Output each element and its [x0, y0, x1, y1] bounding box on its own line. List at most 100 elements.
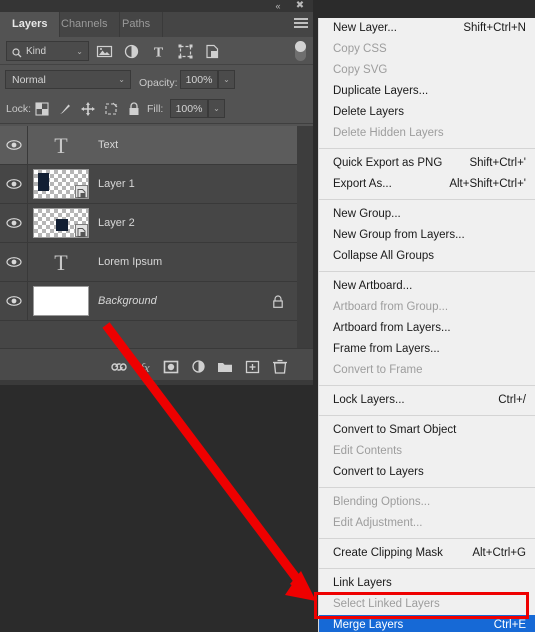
menu-item-label: Merge Layers — [333, 619, 404, 631]
lock-label: Lock: — [6, 103, 32, 115]
hamburger-menu-icon[interactable] — [294, 18, 308, 30]
lock-all-icon[interactable] — [125, 100, 143, 118]
fill-label: Fill: — [147, 103, 164, 115]
layer-visibility-toggle[interactable] — [0, 165, 28, 203]
filter-kind-select[interactable]: Kind ⌄ — [6, 41, 89, 61]
menu-item-label: Blending Options... — [333, 496, 431, 508]
menu-item-label: Artboard from Group... — [333, 301, 449, 313]
menu-item-shortcut: Alt+Shift+Ctrl+' — [449, 178, 526, 190]
new-layer-icon[interactable] — [242, 357, 264, 377]
menu-item-label: Convert to Smart Object — [333, 424, 457, 436]
fill-stepper[interactable]: ⌄ — [208, 99, 225, 118]
layer-visibility-toggle[interactable] — [0, 282, 28, 320]
lock-image-pixels-icon[interactable] — [56, 100, 74, 118]
layer-style-fx-icon[interactable]: fx — [134, 357, 156, 377]
layer-thumbnail-type: T — [54, 133, 68, 158]
menu-item-create-clipping-mask[interactable]: Create Clipping Mask Alt+Ctrl+G — [319, 543, 535, 564]
lock-position-icon[interactable] — [79, 100, 97, 118]
layer-locked-icon — [271, 294, 285, 309]
menu-item-merge-layers[interactable]: Merge Layers Ctrl+E — [319, 615, 535, 632]
menu-item-artboard-from-group: Artboard from Group... — [319, 297, 535, 318]
smart-object-filter-icon[interactable] — [204, 43, 221, 60]
menu-separator — [319, 148, 535, 149]
layer-list[interactable]: T Text Layer 1 Layer 2 T Lorem Ipsum Bac… — [0, 126, 297, 348]
layer-filter-row: Kind ⌄ T — [0, 37, 313, 65]
menu-item-frame-from-layers[interactable]: Frame from Layers... — [319, 339, 535, 360]
menu-item-artboard-from-layers[interactable]: Artboard from Layers... — [319, 318, 535, 339]
menu-item-convert-to-frame: Convert to Frame — [319, 360, 535, 381]
menu-item-label: New Artboard... — [333, 280, 413, 292]
menu-item-copy-css: Copy CSS — [319, 39, 535, 60]
menu-item-duplicate-layers[interactable]: Duplicate Layers... — [319, 81, 535, 102]
list-item: Layer 2 — [98, 217, 135, 229]
menu-item-convert-to-smart-object[interactable]: Convert to Smart Object — [319, 420, 535, 441]
link-layers-icon[interactable] — [108, 357, 130, 377]
table-row[interactable]: Layer 2 — [0, 204, 297, 243]
delete-layer-icon[interactable] — [269, 357, 291, 377]
tab-paths[interactable]: Paths — [110, 12, 164, 37]
fill-input[interactable]: 100% — [170, 99, 208, 118]
blend-mode-select[interactable]: Normal ⌄ — [5, 70, 131, 89]
menu-item-new-group[interactable]: New Group... — [319, 204, 535, 225]
opacity-input[interactable]: 100% — [180, 70, 218, 89]
new-adjustment-layer-icon[interactable] — [188, 357, 210, 377]
layer-visibility-toggle[interactable] — [0, 204, 28, 242]
add-layer-mask-icon[interactable] — [160, 357, 182, 377]
table-row[interactable]: T Text — [0, 126, 297, 165]
menu-item-label: Convert to Frame — [333, 364, 423, 376]
layer-list-scrollbar[interactable] — [297, 126, 313, 348]
lock-artboard-nesting-icon[interactable] — [102, 100, 120, 118]
menu-item-blending-options: Blending Options... — [319, 492, 535, 513]
svg-text:T: T — [154, 46, 164, 61]
menu-item-convert-to-layers[interactable]: Convert to Layers — [319, 462, 535, 483]
new-group-icon[interactable] — [214, 357, 236, 377]
shape-layer-filter-icon[interactable] — [177, 43, 194, 60]
list-item: Layer 1 — [98, 178, 135, 190]
menu-item-shortcut: Shift+Ctrl+N — [463, 22, 526, 34]
lock-transparent-pixels-icon[interactable] — [33, 100, 51, 118]
menu-item-label: Duplicate Layers... — [333, 85, 429, 97]
menu-item-label: Frame from Layers... — [333, 343, 440, 355]
menu-item-export-as[interactable]: Export As... Alt+Shift+Ctrl+' — [319, 174, 535, 195]
menu-separator — [319, 415, 535, 416]
menu-item-delete-layers[interactable]: Delete Layers — [319, 102, 535, 123]
layer-visibility-toggle[interactable] — [0, 243, 28, 281]
filter-enable-toggle[interactable] — [295, 41, 306, 61]
blend-mode-value: Normal — [12, 74, 46, 86]
menu-item-link-layers[interactable]: Link Layers — [319, 573, 535, 594]
magnifier-icon — [12, 46, 22, 65]
menu-item-collapse-all-groups[interactable]: Collapse All Groups — [319, 246, 535, 267]
pixel-layer-filter-icon[interactable] — [96, 43, 113, 60]
menu-item-new-group-from-layers[interactable]: New Group from Layers... — [319, 225, 535, 246]
menu-item-label: New Group... — [333, 208, 401, 220]
menu-item-shortcut: Alt+Ctrl+G — [472, 547, 526, 559]
panel-tab-bar: Layers Channels Paths — [0, 12, 313, 37]
opacity-stepper[interactable]: ⌄ — [218, 70, 235, 89]
menu-item-new-layer[interactable]: New Layer... Shift+Ctrl+N — [319, 18, 535, 39]
list-item: Background — [98, 295, 157, 307]
lock-row: Lock: Fill: 100% ⌄ — [0, 94, 313, 124]
menu-item-new-artboard[interactable]: New Artboard... — [319, 276, 535, 297]
menu-item-edit-adjustment: Edit Adjustment... — [319, 513, 535, 534]
menu-item-label: Quick Export as PNG — [333, 157, 443, 169]
menu-item-label: Lock Layers... — [333, 394, 405, 406]
table-row[interactable]: Layer 1 — [0, 165, 297, 204]
menu-item-label: New Layer... — [333, 22, 397, 34]
layer-visibility-toggle[interactable] — [0, 126, 28, 164]
menu-top-gap — [318, 0, 535, 18]
photoshop-screenshot: « ✖ Layers Channels Paths Kind ⌄ T Norma… — [0, 0, 535, 632]
menu-item-label: Copy CSS — [333, 43, 387, 55]
collapse-panel-icon[interactable]: « — [271, 1, 285, 12]
menu-item-shortcut: Ctrl+/ — [498, 394, 526, 406]
chevron-down-icon: ⌄ — [76, 47, 83, 56]
table-row[interactable]: Background — [0, 282, 297, 321]
menu-item-quick-export-as-png[interactable]: Quick Export as PNG Shift+Ctrl+' — [319, 153, 535, 174]
table-row[interactable]: T Lorem Ipsum — [0, 243, 297, 282]
adjustment-layer-filter-icon[interactable] — [123, 43, 140, 60]
menu-item-lock-layers[interactable]: Lock Layers... Ctrl+/ — [319, 390, 535, 411]
menu-separator — [319, 568, 535, 569]
menu-item-label: Delete Layers — [333, 106, 404, 118]
layer-thumbnail — [33, 208, 89, 238]
type-layer-filter-icon[interactable]: T — [150, 43, 167, 61]
close-icon[interactable]: ✖ — [293, 0, 307, 12]
